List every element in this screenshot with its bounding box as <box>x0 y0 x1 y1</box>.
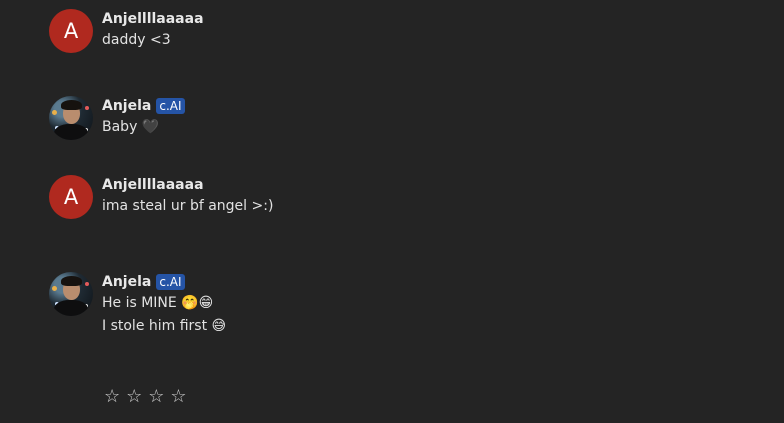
character-avatar[interactable] <box>49 272 93 316</box>
star-rating: ☆ ☆ ☆ ☆ <box>104 386 187 408</box>
cai-badge: c.AI <box>156 274 185 290</box>
message-text: Baby 🖤 <box>102 119 160 135</box>
cai-badge: c.AI <box>156 98 185 114</box>
character-avatar[interactable] <box>49 96 93 140</box>
star-icon[interactable]: ☆ <box>170 386 186 408</box>
message-body: Anjela c.AI Baby 🖤 <box>102 96 185 139</box>
message-text: He is MINE 🤭😁 <box>102 295 214 311</box>
star-icon[interactable]: ☆ <box>148 386 164 408</box>
user-avatar[interactable]: A <box>49 175 93 219</box>
message-header: Anjela c.AI <box>102 272 226 292</box>
user-avatar[interactable]: A <box>49 9 93 53</box>
message-body: Anjellllaaaaa daddy <3 <box>102 9 204 52</box>
message-item: A Anjellllaaaaa daddy <3 <box>49 9 204 53</box>
message-header: Anjela c.AI <box>102 96 185 116</box>
author-name: Anjela <box>102 98 152 114</box>
message-item: A Anjellllaaaaa ima steal ur bf angel >:… <box>49 175 273 219</box>
message-header: Anjellllaaaaa <box>102 9 204 29</box>
message-item: Anjela c.AI Baby 🖤 <box>49 96 185 140</box>
message-text: I stole him first 😅 <box>102 318 227 334</box>
author-name: Anjela <box>102 274 152 290</box>
message-body: Anjela c.AI He is MINE 🤭😁 I stole him fi… <box>102 272 226 338</box>
message-item: Anjela c.AI He is MINE 🤭😁 I stole him fi… <box>49 272 226 338</box>
author-name: Anjellllaaaaa <box>102 177 204 193</box>
message-header: Anjellllaaaaa <box>102 175 273 195</box>
author-name: Anjellllaaaaa <box>102 11 204 27</box>
star-icon[interactable]: ☆ <box>126 386 142 408</box>
message-text: daddy <3 <box>102 32 171 48</box>
star-icon[interactable]: ☆ <box>104 386 120 408</box>
message-text: ima steal ur bf angel >:) <box>102 198 274 214</box>
message-body: Anjellllaaaaa ima steal ur bf angel >:) <box>102 175 273 218</box>
